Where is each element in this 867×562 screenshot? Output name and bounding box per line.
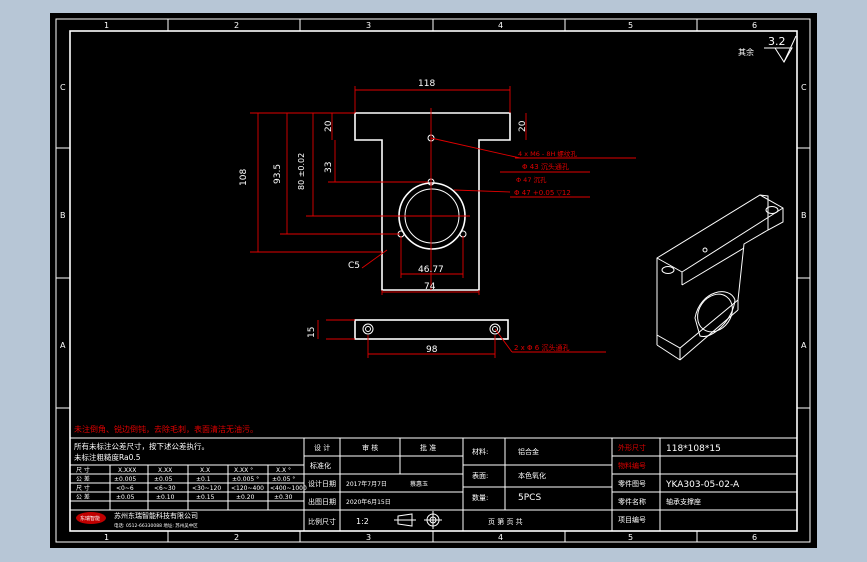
callout-phi43: Φ 43 沉头通孔 [522,162,569,171]
tol-r2-c2: ±0.10 [156,494,175,501]
fill-date-value: 2020年6月15日 [346,498,391,506]
surface-value: 本色氧化 [518,471,546,480]
zone-top-3: 3 [366,21,371,30]
dim-bottom-width: 74 [424,282,436,292]
note-general: 所有未标注公差尺寸，按下述公差执行。 [74,441,209,451]
zone-bottom-1: 1 [104,533,109,542]
tol-r1-c1: <0~6 [116,485,134,492]
cad-drawing-sheet: 1 2 3 4 5 6 1 2 3 4 5 6 C B A C B A 其余 3… [50,13,817,548]
mat-no-label: 物料编号 [618,461,646,470]
tol-r0-c3: ±0.1 [196,476,211,483]
dim-bottom-inner: 46.77 [418,265,444,275]
tol-r0-c0: 公 差 [76,475,90,483]
dim-height-80: 80 ±0.02 [297,153,306,190]
tol-r2-c0: 公 差 [76,493,90,501]
surface-label: 表面: [472,471,488,480]
dim-height-total: 108 [239,169,249,186]
sig-standard: 标准化 [310,461,331,470]
sig-review: 审 核 [362,443,378,452]
tol-r1-c4: <120~400 [231,485,264,492]
callout-side-holes: 2 x Φ 6 沉头通孔 [514,343,569,352]
design-date-label: 设计日期 [308,479,336,488]
red-note: 未注倒角、锐边倒钝，去除毛刺，表面清洁无油污。 [74,424,258,434]
material-label: 材料: [472,447,488,456]
zone-bottom-2: 2 [234,533,239,542]
sig-design: 设 计 [314,443,330,452]
callout-phi47: Φ 47 +0.05 ▽12 [514,189,571,197]
scale-value: 1:2 [356,517,369,526]
tol-r1-c5: <400~1000 [270,485,307,492]
roughness-value: 3.2 [768,35,786,48]
zone-right-a: A [801,341,807,350]
tol-r0-c1: ±0.005 [114,476,136,483]
zone-left-b: B [60,211,66,220]
tol-r0-c2: ±0.05 [154,476,173,483]
tol-header-5: X.X ° [276,467,291,474]
zone-top-4: 4 [498,21,503,30]
tol-r2-c5: ±0.30 [274,494,293,501]
tol-header-1: X.XXX [118,467,136,474]
zone-left-a: A [60,341,66,350]
tol-r1-c0: 尺 寸 [76,484,90,492]
size-label: 外形尺寸 [618,443,646,452]
zone-right-c: C [801,83,807,92]
dim-chamfer: C5 [348,261,360,271]
dim-height-33: 33 [324,162,334,173]
zone-top-5: 5 [628,21,633,30]
tol-r2-c4: ±0.20 [236,494,255,501]
tol-r2-c1: ±0.05 [116,494,135,501]
part-name-value: 轴承支撑座 [666,497,701,506]
zone-top-2: 2 [234,21,239,30]
dim-left-flange: 20 [324,120,334,132]
tol-header-2: X.XX [158,467,172,474]
qty-label: 数量: [472,493,488,502]
dim-hole-spacing: 98 [426,345,438,355]
drawing-no-label: 零件图号 [618,479,646,488]
qty-value: 5PCS [518,493,541,503]
company-name: 苏州东瑞智能科技有限公司 [114,511,198,520]
zone-right-b: B [801,211,807,220]
material-value: 铝合金 [518,447,539,456]
part-name-label: 零件名称 [618,497,646,506]
design-date-value: 2017年7月7日 [346,480,387,488]
scale-label: 比例尺寸 [308,517,336,526]
fill-date-label: 出图日期 [308,497,336,506]
tol-header-4: X.XX ° [234,467,253,474]
dim-side-thickness: 15 [307,327,317,338]
dim-height-93: 93.5 [273,164,283,184]
callout-tap-holes: 4 x M6 - 8H 螺纹孔 [518,149,577,158]
sig-approve: 批 准 [420,443,436,452]
size-value: 118*108*15 [666,444,721,454]
zone-left-c: C [60,83,66,92]
tol-r0-c5: ±0.05 ° [272,476,295,483]
company-logo-text: 东瑞智能 [80,515,100,522]
callout-phi47-hole: Φ 47 沉孔 [516,176,547,184]
drawing-no-value: YKA303-05-02-A [665,480,740,490]
dim-top-width: 118 [418,79,435,89]
zone-top-1: 1 [104,21,109,30]
page-label: 页 第 页 共 [488,517,523,526]
zone-bottom-3: 3 [366,533,371,542]
note-roughness: 未标注粗糙度Ra0.5 [74,452,141,462]
tol-r1-c3: <30~120 [192,485,221,492]
proj-label: 项目编号 [618,515,646,524]
tol-header-3: X.X [200,467,210,474]
company-address: 电话: 0512-66330088 地址: 苏州吴中区 [114,522,198,529]
dim-right-flange: 20 [518,120,528,132]
zone-bottom-5: 5 [628,533,633,542]
zone-bottom-6: 6 [752,533,757,542]
zone-top-6: 6 [752,21,757,30]
tol-r1-c2: <6~30 [154,485,176,492]
tol-r0-c4: ±0.005 ° [232,476,259,483]
zone-bottom-4: 4 [498,533,503,542]
roughness-note: 其余 [738,47,754,57]
tol-r2-c3: ±0.15 [196,494,215,501]
tol-header-0: 尺 寸 [76,466,90,474]
design-person: 蔡惠玉 [410,480,428,488]
